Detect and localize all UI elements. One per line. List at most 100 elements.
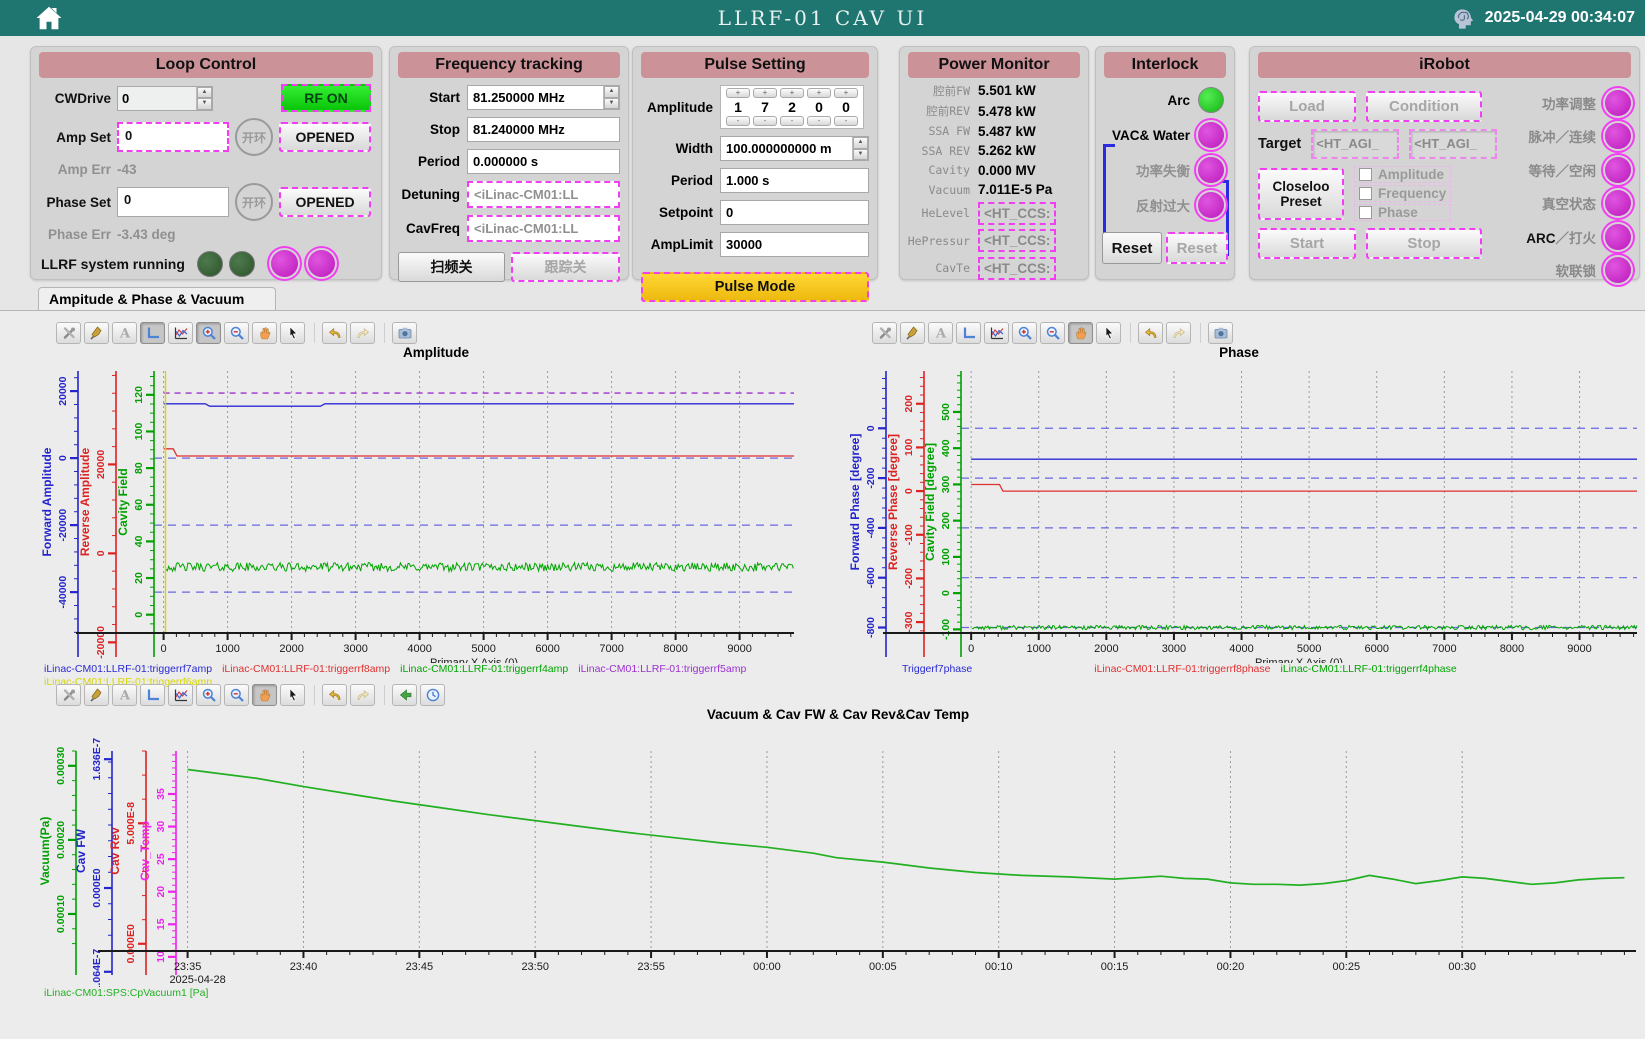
annotation-icon[interactable]: A <box>928 322 953 344</box>
svg-text:9000: 9000 <box>1567 643 1591 655</box>
zoom-out-icon[interactable] <box>224 322 249 344</box>
freq-field-Period[interactable]: 0.000000 s <box>467 149 620 174</box>
pointer-icon[interactable] <box>1096 322 1121 344</box>
pan-icon[interactable] <box>252 322 277 344</box>
axis-icon[interactable] <box>140 684 165 706</box>
target-field-1[interactable]: <HT_AGI_ <box>1311 129 1399 159</box>
digit-down-icon[interactable]: - <box>726 116 750 126</box>
tools-icon[interactable] <box>872 322 897 344</box>
pin-icon[interactable] <box>84 684 109 706</box>
interlock-reset-button[interactable]: Reset <box>1102 232 1162 264</box>
amp-set-input[interactable]: 0 <box>117 122 229 152</box>
freq-field-Detuning[interactable]: <iLinac-CM01:LL <box>467 181 620 208</box>
brain-icon[interactable] <box>1450 5 1477 32</box>
digit-up-icon[interactable]: + <box>753 88 777 98</box>
checkbox[interactable] <box>1359 168 1372 181</box>
cwdrive-up-icon[interactable]: ▲ <box>197 87 212 99</box>
interlock-reset-button-2[interactable]: Reset <box>1166 232 1228 264</box>
phase-open-loop-button[interactable]: 开环 <box>235 183 273 221</box>
digit-down-icon[interactable]: - <box>834 116 858 126</box>
irobot-status-led <box>1605 157 1631 183</box>
target-field-2[interactable]: <HT_AGI_ <box>1409 129 1497 159</box>
curves-icon[interactable] <box>168 684 193 706</box>
sweep-off-button[interactable]: 扫频关 <box>398 252 505 282</box>
tools-icon[interactable] <box>56 684 81 706</box>
cwdrive-down-icon[interactable]: ▼ <box>197 98 212 110</box>
zoom-in-icon[interactable] <box>196 684 221 706</box>
freq-field-CavFreq[interactable]: <iLinac-CM01:LL <box>467 215 620 242</box>
svg-text:Cav FW: Cav FW <box>74 828 88 873</box>
irobot-start-button[interactable]: Start <box>1258 228 1356 259</box>
checkbox[interactable] <box>1359 206 1372 219</box>
tools-icon[interactable] <box>56 322 81 344</box>
tracking-off-button[interactable]: 跟踪关 <box>511 252 620 282</box>
svg-text:120: 120 <box>133 386 145 404</box>
spin-up-icon[interactable]: ▲ <box>604 86 619 98</box>
svg-text:Cav_Temp: Cav_Temp <box>138 821 152 881</box>
pulse-field-Width[interactable]: 100.000000000 m▲▼ <box>720 136 869 161</box>
digit-down-icon[interactable]: - <box>807 116 831 126</box>
redo-icon[interactable] <box>350 684 375 706</box>
digit-column: +0- <box>807 88 831 126</box>
amplitude-plot[interactable]: 200000-20000-40000Forward Amplitude20000… <box>36 363 836 663</box>
undo-icon[interactable] <box>1138 322 1163 344</box>
annotation-icon[interactable]: A <box>112 322 137 344</box>
amp-open-loop-button[interactable]: 开环 <box>235 118 273 156</box>
curves-icon[interactable] <box>984 322 1009 344</box>
undo-icon[interactable] <box>322 684 347 706</box>
digit-up-icon[interactable]: + <box>726 88 750 98</box>
pulse-field-Period[interactable]: 1.000 s <box>720 168 869 193</box>
zoom-in-icon[interactable] <box>196 322 221 344</box>
snapshot-icon[interactable] <box>1208 322 1233 344</box>
svg-text:0.000E0: 0.000E0 <box>125 924 137 963</box>
clock-icon[interactable] <box>420 684 445 706</box>
tab-amplitude-phase-vacuum[interactable]: Ampitude & Phase & Vacuum <box>38 287 276 310</box>
undo-icon[interactable] <box>322 322 347 344</box>
digit-up-icon[interactable]: + <box>780 88 804 98</box>
axis-icon[interactable] <box>140 322 165 344</box>
axis-icon[interactable] <box>956 322 981 344</box>
phase-plot[interactable]: 0-200-400-600-800Forward Phase [degree]2… <box>836 363 1642 663</box>
curves-icon[interactable] <box>168 322 193 344</box>
snapshot-icon[interactable] <box>392 322 417 344</box>
spin-down-icon[interactable]: ▼ <box>853 149 868 161</box>
zoom-out-icon[interactable] <box>1040 322 1065 344</box>
pointer-icon[interactable] <box>280 322 305 344</box>
pulse-field-Setpoint[interactable]: 0 <box>720 200 869 225</box>
irobot-condition-button[interactable]: Condition <box>1366 91 1482 122</box>
digit-up-icon[interactable]: + <box>834 88 858 98</box>
spin-down-icon[interactable]: ▼ <box>604 98 619 110</box>
pan-icon[interactable] <box>252 684 277 706</box>
redo-icon[interactable] <box>1166 322 1191 344</box>
amp-loop-opened-button[interactable]: OPENED <box>279 122 371 152</box>
pulse-field-AmpLimit[interactable]: 30000 <box>720 232 869 257</box>
annotation-icon[interactable]: A <box>112 684 137 706</box>
digit-down-icon[interactable]: - <box>753 116 777 126</box>
zoom-out-icon[interactable] <box>224 684 249 706</box>
cwdrive-input[interactable]: 0 ▲▼ <box>117 86 213 111</box>
irobot-status-row: 等待／空闲 <box>1507 153 1633 187</box>
spin-up-icon[interactable]: ▲ <box>853 137 868 149</box>
phase-loop-opened-button[interactable]: OPENED <box>279 187 371 217</box>
freq-field-Start[interactable]: 81.250000 MHz▲▼ <box>467 85 620 110</box>
closeloop-preset-button[interactable]: CloselooPreset <box>1258 168 1344 220</box>
pin-icon[interactable] <box>900 322 925 344</box>
svg-text:-200: -200 <box>865 467 877 488</box>
phase-set-input[interactable]: 0 <box>117 187 229 217</box>
rf-on-button[interactable]: RF ON <box>281 84 371 112</box>
redo-icon[interactable] <box>350 322 375 344</box>
back-icon[interactable] <box>392 684 417 706</box>
vacuum-plot[interactable]: 0.000300.000200.00010Vacuum(Pa)1.636E-70… <box>36 725 1640 987</box>
checkbox[interactable] <box>1359 187 1372 200</box>
pointer-icon[interactable] <box>280 684 305 706</box>
irobot-load-button[interactable]: Load <box>1258 91 1356 122</box>
pin-icon[interactable] <box>84 322 109 344</box>
digit-up-icon[interactable]: + <box>807 88 831 98</box>
zoom-in-icon[interactable] <box>1012 322 1037 344</box>
svg-text:0: 0 <box>968 643 974 655</box>
amplitude-digit-spinner[interactable]: +1-+7-+2-+0-+0- <box>720 85 864 129</box>
pan-icon[interactable] <box>1068 322 1093 344</box>
irobot-stop-button[interactable]: Stop <box>1366 228 1482 259</box>
digit-down-icon[interactable]: - <box>780 116 804 126</box>
freq-field-Stop[interactable]: 81.240000 MHz <box>467 117 620 142</box>
